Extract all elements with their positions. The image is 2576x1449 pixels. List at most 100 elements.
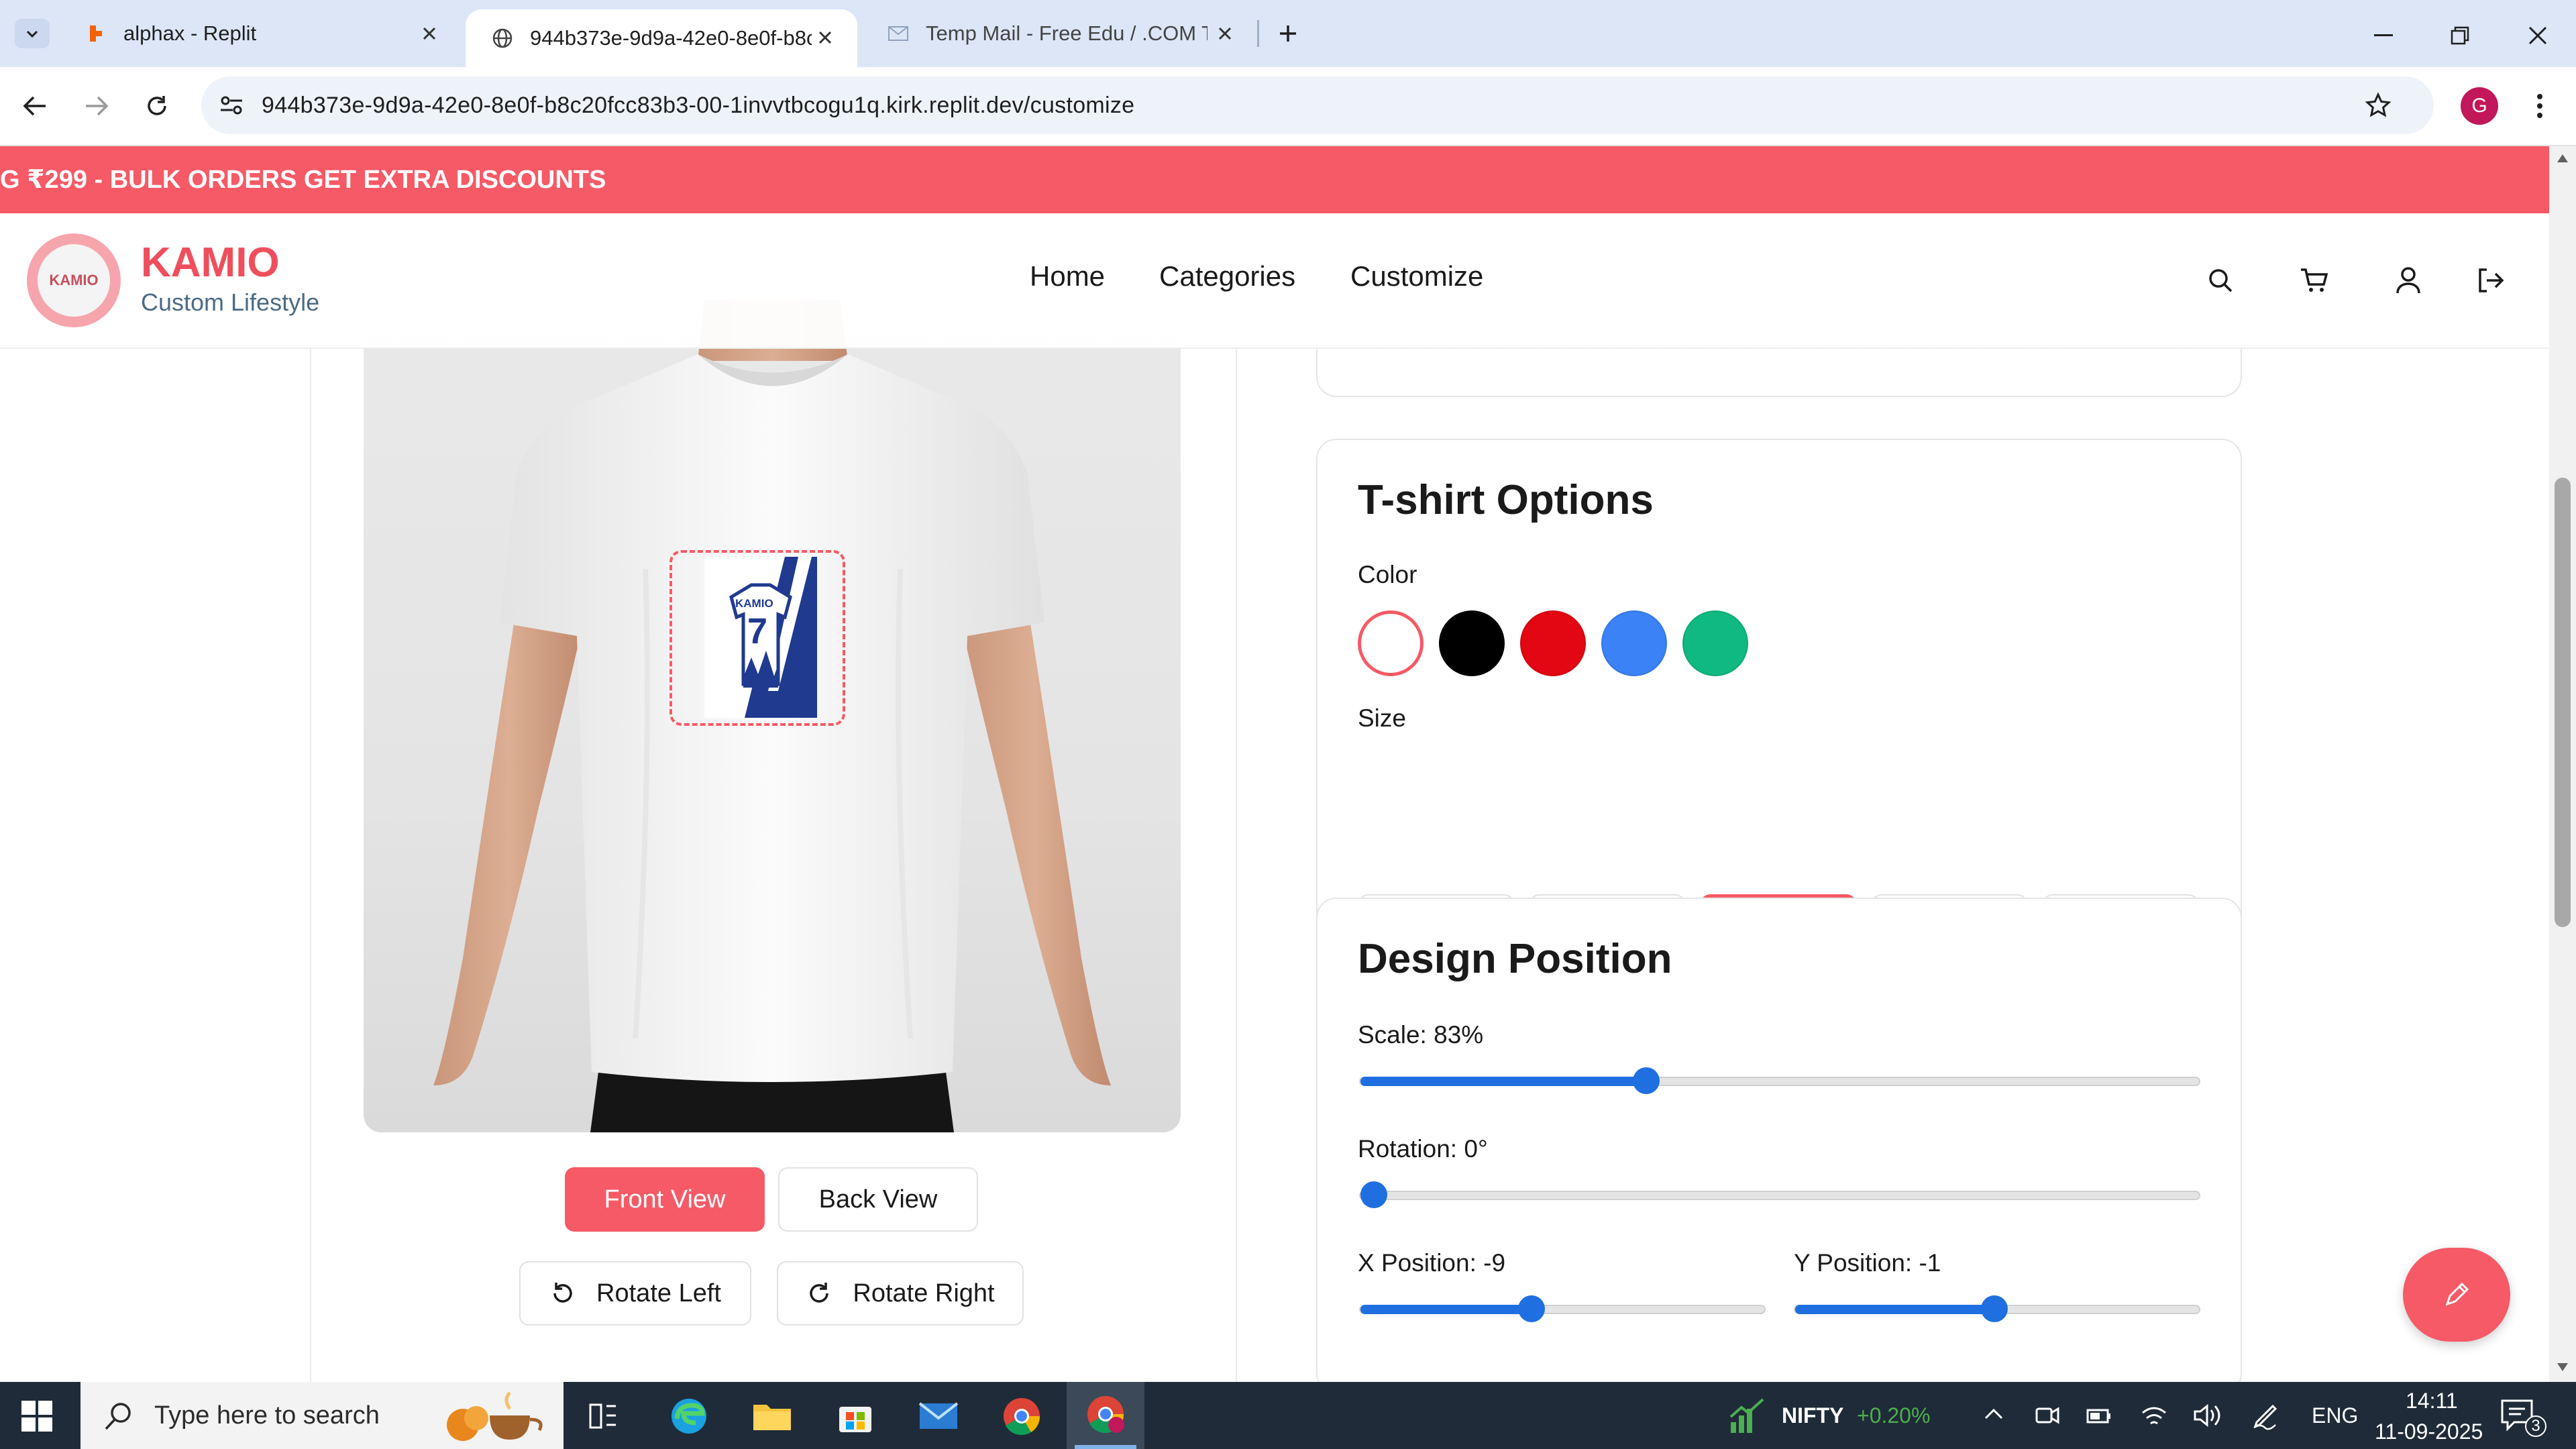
brand-tagline: Custom Lifestyle	[141, 288, 320, 316]
search-icon	[105, 1403, 131, 1430]
nav-customize[interactable]: Customize	[1350, 260, 1483, 292]
address-bar[interactable]: 944b373e-9d9a-42e0-8e0f-b8c20fcc83b3-00-…	[201, 76, 2434, 134]
wifi-icon[interactable]	[2140, 1402, 2168, 1429]
minimize-icon	[2374, 34, 2393, 36]
minimize-button[interactable]	[2368, 20, 2399, 51]
nav-home[interactable]: Home	[1030, 260, 1105, 292]
store-icon	[839, 1407, 871, 1432]
color-label: Color	[1358, 561, 1417, 588]
color-swatch[interactable]	[1682, 610, 1748, 676]
brand-name[interactable]: KAMIO	[141, 239, 280, 286]
chevron-up-icon[interactable]	[1983, 1406, 2004, 1422]
edit-button-circle[interactable]	[2403, 1248, 2510, 1342]
language-indicator[interactable]: ENG	[2312, 1403, 2358, 1428]
logo-text: KAMIO	[49, 272, 99, 288]
close-window-button[interactable]	[2521, 19, 2555, 52]
taskbar-search-box[interactable]: Type here to search	[80, 1382, 564, 1449]
y-position-slider-fill	[1795, 1305, 1994, 1314]
color-swatch[interactable]	[1358, 610, 1424, 676]
search-button[interactable]	[2203, 263, 2238, 298]
stock-chart-icon	[1729, 1398, 1764, 1433]
meet-now-icon[interactable]	[2034, 1402, 2061, 1429]
file-explorer-button[interactable]	[751, 1395, 793, 1437]
scale-slider-thumb[interactable]	[1633, 1067, 1660, 1094]
promo-text: G ₹299 - BULK ORDERS GET EXTRA DISCOUNTS	[0, 166, 606, 194]
chevron-down-icon	[26, 30, 38, 38]
back-view-label: Back View	[818, 1185, 938, 1214]
profile-initial: G	[2471, 95, 2487, 117]
browser-menu-button[interactable]	[2526, 90, 2553, 122]
close-icon	[2528, 26, 2547, 45]
cart-button[interactable]	[2297, 263, 2332, 298]
mail-button[interactable]	[918, 1395, 959, 1437]
battery-icon[interactable]	[2085, 1402, 2113, 1429]
mail-icon	[885, 21, 911, 46]
floating-edit-button[interactable]	[2403, 1248, 2557, 1342]
scale-slider-fill	[1360, 1077, 1647, 1086]
scroll-down-icon[interactable]	[2556, 1362, 2569, 1373]
tab-replit[interactable]: alphax - Replit	[59, 0, 462, 67]
rotation-slider-thumb[interactable]	[1360, 1181, 1387, 1208]
site-info-icon[interactable]	[217, 91, 246, 119]
tab-title: alphax - Replit	[123, 21, 257, 45]
more-vertical-icon	[2537, 94, 2542, 118]
edge-taskbar-button[interactable]	[668, 1395, 710, 1437]
arrow-left-icon	[23, 96, 46, 116]
mail-icon	[918, 1402, 959, 1429]
logout-button[interactable]	[2473, 263, 2508, 298]
profile-avatar[interactable]: G	[2461, 87, 2498, 125]
reload-button[interactable]	[141, 90, 173, 122]
design-artwork[interactable]: KAMIO 7	[704, 557, 817, 718]
chrome-profile-button[interactable]	[1067, 1382, 1144, 1449]
color-swatch[interactable]	[1520, 610, 1586, 676]
clock-time[interactable]: 14:11	[2406, 1389, 2458, 1413]
close-icon[interactable]	[416, 20, 443, 47]
site-logo[interactable]: KAMIO	[27, 233, 121, 327]
color-swatch[interactable]	[1439, 610, 1505, 676]
chrome-button[interactable]	[1001, 1395, 1042, 1437]
new-tab-button[interactable]	[1272, 17, 1304, 50]
taskbar-search-placeholder: Type here to search	[154, 1401, 380, 1430]
clock-date[interactable]: 11-09-2025	[2375, 1419, 2483, 1444]
start-button[interactable]	[20, 1399, 54, 1433]
y-position-slider[interactable]	[1794, 1295, 2200, 1322]
pen-workspace-icon[interactable]	[2251, 1402, 2279, 1430]
nav-categories[interactable]: Categories	[1159, 260, 1295, 292]
close-icon[interactable]	[812, 24, 839, 51]
bookmark-star-button[interactable]	[2363, 90, 2394, 121]
forward-button[interactable]	[80, 90, 113, 122]
y-position-slider-thumb[interactable]	[1980, 1295, 2008, 1322]
back-button[interactable]	[19, 90, 51, 122]
active-app-indicator	[1075, 1445, 1136, 1449]
scale-label: Scale: 83%	[1358, 1021, 1484, 1049]
tab-search-button[interactable]	[15, 19, 50, 48]
x-position-slider[interactable]	[1359, 1295, 1766, 1322]
color-swatch[interactable]	[1601, 610, 1667, 676]
back-view-button[interactable]: Back View	[778, 1167, 978, 1232]
x-position-slider-thumb[interactable]	[1517, 1295, 1545, 1322]
rotation-slider[interactable]	[1359, 1181, 2200, 1208]
globe-icon	[490, 25, 515, 51]
store-button[interactable]	[835, 1395, 876, 1437]
tab-temp-mail[interactable]: Temp Mail - Free Edu / .COM Te	[861, 0, 1257, 67]
volume-icon[interactable]	[2192, 1402, 2222, 1429]
search-highlight-image	[436, 1389, 557, 1444]
design-bounding-box[interactable]: KAMIO 7	[669, 550, 845, 726]
restore-button[interactable]	[2445, 20, 2475, 51]
tab-customize[interactable]: 944b373e-9d9a-42e0-8e0f-b8c	[466, 9, 857, 67]
close-icon[interactable]	[1212, 20, 1238, 47]
design-number: 7	[747, 611, 768, 651]
rotate-right-button[interactable]: Rotate Right	[777, 1261, 1024, 1326]
scroll-up-icon[interactable]	[2556, 153, 2569, 164]
folder-icon	[753, 1405, 791, 1430]
notifications-button[interactable]: 3	[2500, 1398, 2546, 1438]
task-view-button[interactable]	[582, 1395, 624, 1437]
site-header: KAMIO KAMIO Custom Lifestyle Home Catego…	[0, 213, 2549, 349]
account-button[interactable]	[2391, 263, 2426, 298]
scrollbar-thumb[interactable]	[2555, 478, 2571, 927]
front-view-button[interactable]: Front View	[565, 1167, 765, 1232]
rotate-left-icon	[553, 1283, 572, 1303]
rotate-left-button[interactable]: Rotate Left	[519, 1261, 751, 1326]
scale-slider[interactable]	[1359, 1067, 2200, 1094]
reload-icon	[148, 96, 166, 115]
